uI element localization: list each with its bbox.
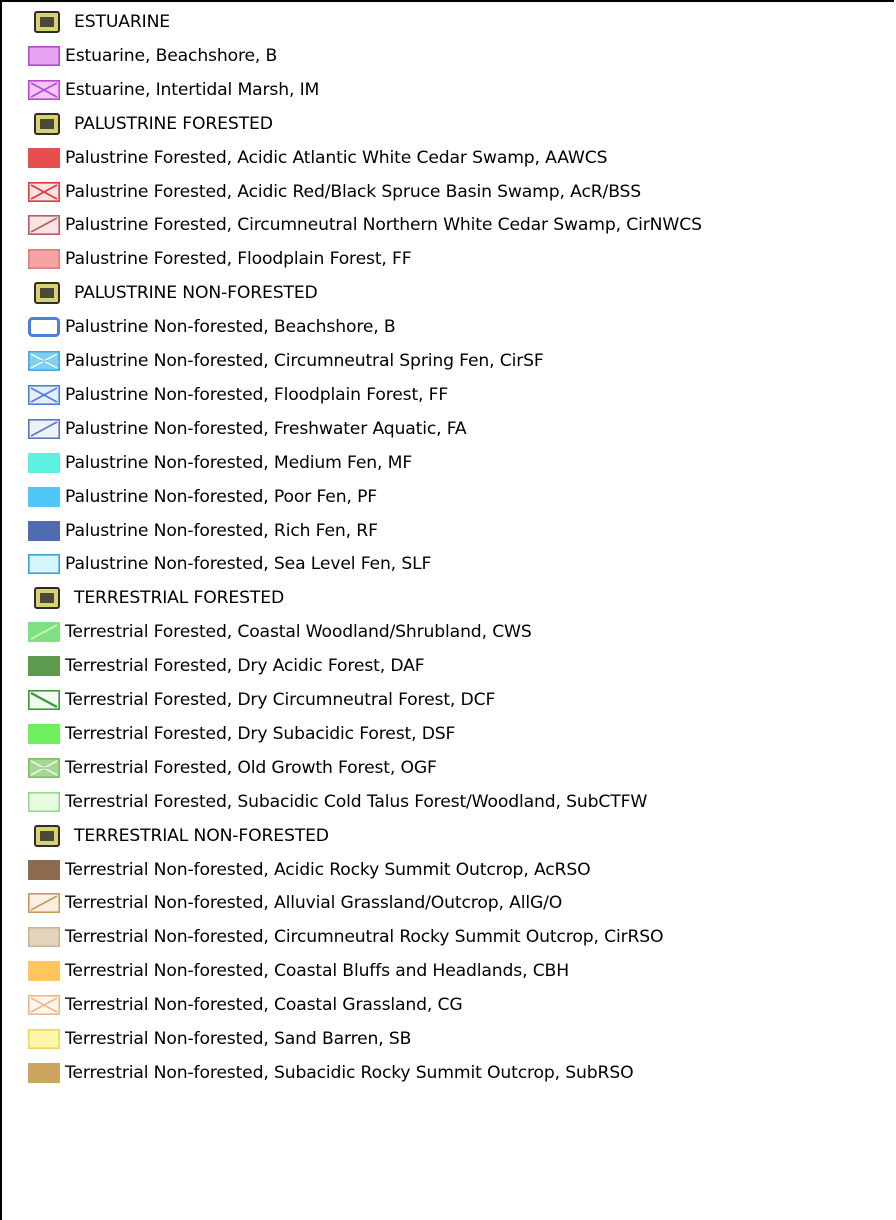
legend-swatch-icon: [28, 961, 60, 982]
legend-swatch-icon: [28, 79, 60, 100]
legend-swatch-icon: [28, 690, 60, 710]
legend-item[interactable]: Terrestrial Non-forested, Alluvial Grass…: [2, 886, 894, 920]
legend-swatch-icon: [28, 45, 60, 66]
legend-item-label: Palustrine Non-forested, Rich Fen, RF: [65, 520, 378, 541]
legend-item[interactable]: Terrestrial Non-forested, Circumneutral …: [2, 920, 894, 954]
legend-swatch-icon: [28, 384, 60, 405]
legend-item-label: Terrestrial Forested, Subacidic Cold Tal…: [65, 791, 648, 812]
legend-item-label: Estuarine, Beachshore, B: [65, 45, 278, 66]
legend-item-label: Palustrine Forested, Acidic Atlantic Whi…: [65, 147, 608, 168]
legend-item[interactable]: Palustrine Non-forested, Medium Fen, MF: [2, 446, 894, 480]
legend-item-label: Terrestrial Non-forested, Circumneutral …: [65, 927, 664, 948]
legend-group-label: ESTUARINE: [74, 12, 170, 32]
legend-swatch-icon: [28, 418, 60, 439]
legend-panel: ESTUARINE Estuarine, Beachshore, B Estuari…: [0, 0, 894, 1220]
legend-group-header[interactable]: PALUSTRINE FORESTED: [2, 107, 894, 141]
legend-swatch-icon: [28, 520, 60, 541]
legend-item-label: Terrestrial Forested, Dry Circumneutral …: [65, 690, 496, 710]
legend-group-header[interactable]: PALUSTRINE NON-FORESTED: [2, 276, 894, 310]
legend-item[interactable]: Terrestrial Non-forested, Subacidic Rock…: [2, 1056, 894, 1090]
legend-item[interactable]: Palustrine Forested, Acidic Red/Black Sp…: [2, 175, 894, 209]
legend-swatch-icon: [28, 995, 60, 1016]
legend-swatch-icon: [28, 181, 60, 202]
legend-swatch-icon: [28, 622, 60, 643]
layer-group-icon: [34, 11, 60, 33]
legend-item-label: Terrestrial Forested, Dry Acidic Forest,…: [65, 656, 425, 677]
legend-item[interactable]: Palustrine Non-forested, Circumneutral S…: [2, 344, 894, 378]
legend-item[interactable]: Terrestrial Forested, Subacidic Cold Tal…: [2, 785, 894, 819]
legend-item[interactable]: Terrestrial Non-forested, Coastal Bluffs…: [2, 954, 894, 988]
legend-swatch-icon: [28, 723, 60, 744]
legend-group-header[interactable]: TERRESTRIAL FORESTED: [2, 581, 894, 615]
legend-item-label: Palustrine Non-forested, Floodplain Fore…: [65, 384, 449, 405]
legend-item-label: Terrestrial Non-forested, Alluvial Grass…: [65, 893, 563, 914]
legend-item[interactable]: Estuarine, Intertidal Marsh, IM: [2, 73, 894, 107]
legend-swatch-icon: [28, 249, 60, 270]
legend-swatch-icon: [28, 1029, 60, 1049]
legend-item[interactable]: Estuarine, Beachshore, B: [2, 39, 894, 73]
legend-swatch-icon: [28, 757, 60, 778]
legend-item-label: Palustrine Non-forested, Sea Level Fen, …: [65, 554, 432, 575]
legend-group-header[interactable]: TERRESTRIAL NON-FORESTED: [2, 819, 894, 853]
legend-item[interactable]: Palustrine Forested, Floodplain Forest, …: [2, 242, 894, 276]
legend-swatch-icon: [28, 486, 60, 507]
legend-item[interactable]: Terrestrial Non-forested, Coastal Grassl…: [2, 988, 894, 1022]
legend-swatch-icon: [28, 791, 60, 812]
legend-item-label: Terrestrial Forested, Coastal Woodland/S…: [65, 622, 532, 643]
legend-item[interactable]: Palustrine Non-forested, Floodplain Fore…: [2, 378, 894, 412]
legend-group-label: PALUSTRINE NON-FORESTED: [74, 283, 318, 304]
legend-item[interactable]: Palustrine Forested, Acidic Atlantic Whi…: [2, 141, 894, 175]
legend-swatch-icon: [28, 1062, 60, 1083]
legend-item[interactable]: Terrestrial Non-forested, Sand Barren, S…: [2, 1022, 894, 1056]
legend-item[interactable]: Palustrine Non-forested, Beachshore, B: [2, 310, 894, 344]
legend-group-label: TERRESTRIAL NON-FORESTED: [74, 825, 329, 846]
legend-item[interactable]: Palustrine Non-forested, Freshwater Aqua…: [2, 412, 894, 446]
legend-swatch-icon: [28, 147, 60, 168]
legend-item[interactable]: Terrestrial Forested, Old Growth Forest,…: [2, 751, 894, 785]
legend-item-label: Palustrine Non-forested, Poor Fen, PF: [65, 486, 378, 507]
legend-group-label: PALUSTRINE FORESTED: [74, 113, 273, 134]
legend-swatch-icon: [28, 215, 60, 236]
legend-item[interactable]: Terrestrial Non-forested, Acidic Rocky S…: [2, 853, 894, 887]
legend-item-label: Estuarine, Intertidal Marsh, IM: [65, 79, 320, 100]
legend-item-label: Terrestrial Forested, Old Growth Forest,…: [65, 757, 437, 778]
legend-item-label: Palustrine Forested, Acidic Red/Black Sp…: [65, 181, 642, 202]
layer-group-icon: [34, 824, 60, 847]
legend-item-label: Palustrine Non-forested, Circumneutral S…: [65, 351, 544, 371]
legend-item-label: Terrestrial Non-forested, Acidic Rocky S…: [65, 859, 591, 880]
legend-item[interactable]: Palustrine Non-forested, Poor Fen, PF: [2, 480, 894, 514]
legend-item-label: Palustrine Non-forested, Beachshore, B: [65, 317, 396, 338]
legend-swatch-icon: [28, 554, 60, 575]
legend-item-label: Palustrine Forested, Circumneutral North…: [65, 215, 702, 236]
layer-group-icon: [34, 282, 60, 305]
legend-item-label: Terrestrial Non-forested, Subacidic Rock…: [65, 1062, 634, 1083]
legend-item-label: Terrestrial Non-forested, Coastal Bluffs…: [65, 961, 569, 982]
legend-swatch-icon: [28, 927, 60, 948]
legend-item[interactable]: Palustrine Non-forested, Sea Level Fen, …: [2, 547, 894, 581]
legend-item[interactable]: Palustrine Non-forested, Rich Fen, RF: [2, 514, 894, 548]
legend-item[interactable]: Terrestrial Forested, Coastal Woodland/S…: [2, 615, 894, 649]
legend-item[interactable]: Palustrine Forested, Circumneutral North…: [2, 208, 894, 242]
legend-swatch-icon: [28, 452, 60, 473]
legend-item[interactable]: Terrestrial Forested, Dry Acidic Forest,…: [2, 649, 894, 683]
legend-item-label: Palustrine Forested, Floodplain Forest, …: [65, 249, 412, 270]
legend-item[interactable]: Terrestrial Forested, Dry Subacidic Fore…: [2, 717, 894, 751]
layer-group-icon: [34, 112, 60, 135]
legend-swatch-icon: [28, 351, 60, 371]
legend-group-header[interactable]: ESTUARINE: [2, 5, 894, 39]
legend-group-label: TERRESTRIAL FORESTED: [74, 588, 285, 609]
legend-item-label: Terrestrial Non-forested, Sand Barren, S…: [65, 1029, 412, 1049]
legend-item-label: Palustrine Non-forested, Freshwater Aqua…: [65, 418, 467, 439]
legend-item-label: Palustrine Non-forested, Medium Fen, MF: [65, 452, 413, 473]
legend-item-label: Terrestrial Non-forested, Coastal Grassl…: [65, 995, 463, 1016]
legend-item-label: Terrestrial Forested, Dry Subacidic Fore…: [65, 723, 456, 744]
legend-item[interactable]: Terrestrial Forested, Dry Circumneutral …: [2, 683, 894, 717]
legend-swatch-icon: [28, 317, 60, 338]
layer-group-icon: [34, 587, 60, 610]
legend-swatch-icon: [28, 893, 60, 914]
legend-swatch-icon: [28, 859, 60, 880]
legend-swatch-icon: [28, 656, 60, 677]
